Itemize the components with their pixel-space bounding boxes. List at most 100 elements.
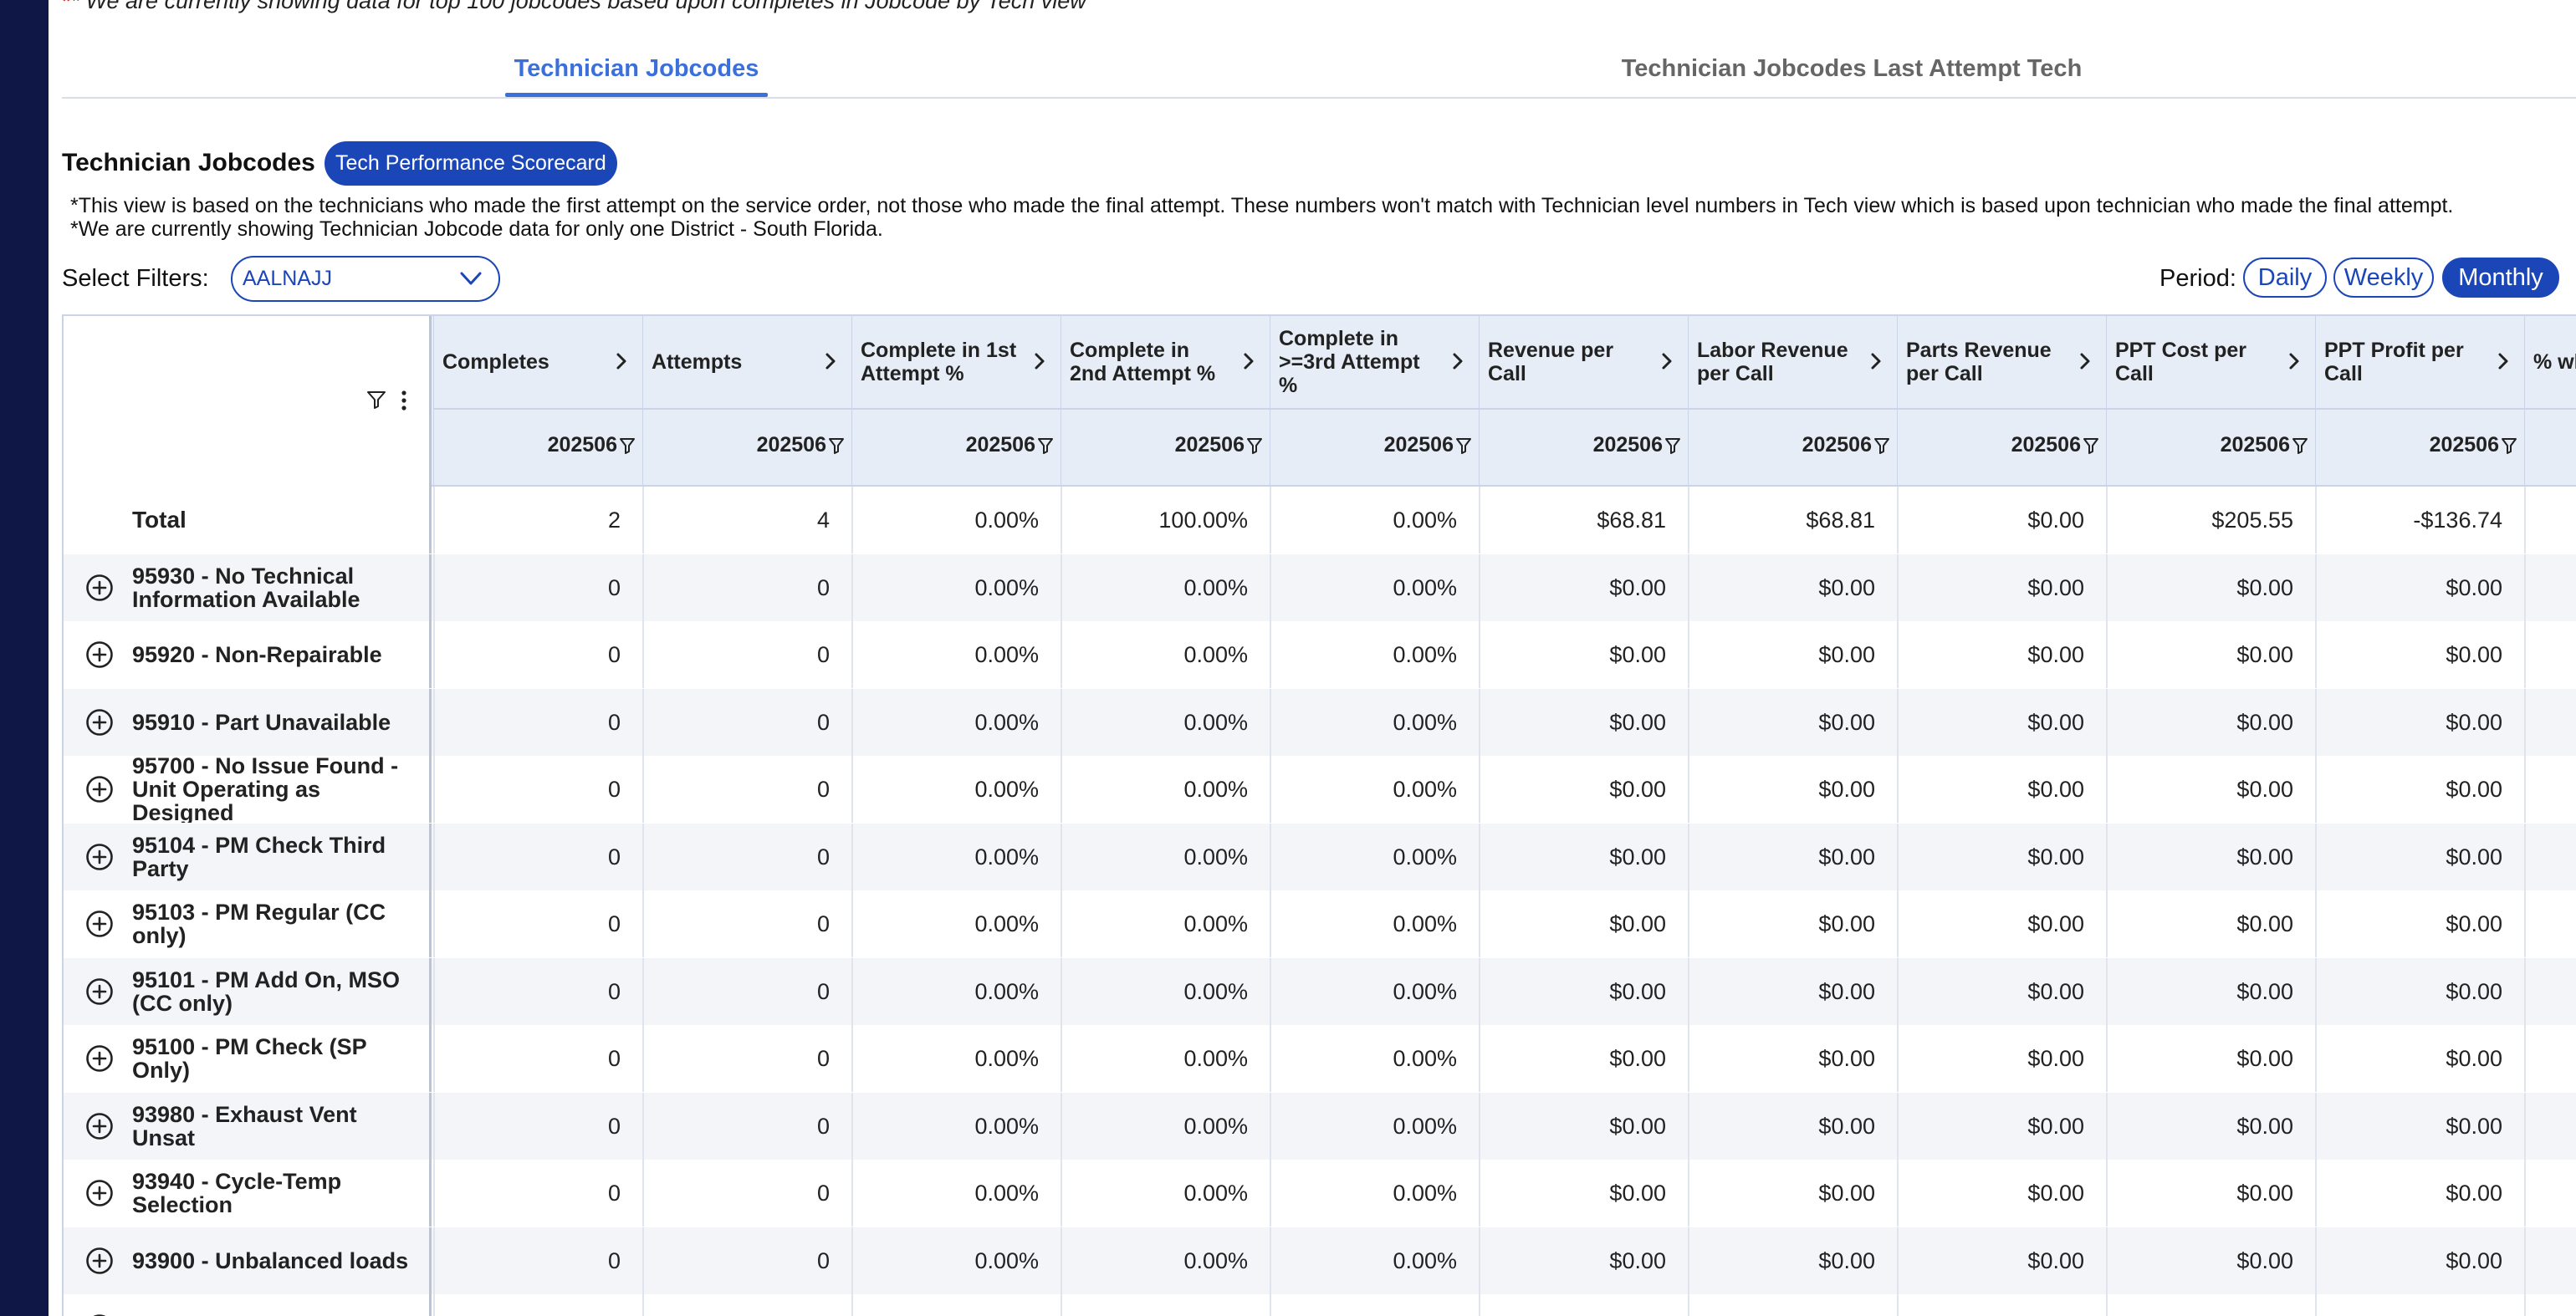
plus-circle-icon[interactable] bbox=[85, 910, 114, 938]
chevron-right-icon[interactable] bbox=[614, 349, 629, 373]
table-cell: 0.00% bbox=[1270, 890, 1479, 957]
table-cell: $0.00 bbox=[2106, 688, 2315, 756]
plus-circle-icon[interactable] bbox=[85, 843, 114, 871]
table-cell: 0.00% bbox=[1061, 756, 1270, 823]
period-daily-button[interactable]: Daily bbox=[2243, 258, 2327, 298]
table-cell: 0.00% bbox=[1270, 621, 1479, 688]
row-label-cell: 95100 - PM Check (SP Only) bbox=[64, 1025, 432, 1092]
table-cell: $0.00 bbox=[2106, 1294, 2315, 1316]
tech-performance-scorecard-button[interactable]: Tech Performance Scorecard bbox=[325, 141, 617, 186]
column-header[interactable]: Parts Revenue per Call 202506 bbox=[1897, 316, 2106, 487]
column-period: 202506 bbox=[756, 433, 826, 457]
column-header[interactable]: Complete in >=3rd Attempt % 202506 bbox=[1270, 316, 1479, 487]
column-header[interactable]: Completes 202506 bbox=[433, 316, 642, 487]
column-header[interactable]: Attempts 202506 bbox=[642, 316, 851, 487]
funnel-icon[interactable] bbox=[2501, 436, 2517, 455]
table-cell: 0 bbox=[642, 621, 851, 688]
column-title: % wh ord Tec bbox=[2533, 350, 2576, 374]
table-cell: $0.00 bbox=[1688, 1025, 1897, 1092]
table-cell: 0.00% bbox=[1061, 1294, 1270, 1316]
row-label: 93980 - Exhaust Vent Unsat bbox=[132, 1101, 357, 1150]
plus-circle-icon[interactable] bbox=[85, 708, 114, 737]
table-cell: $0.00 bbox=[1688, 957, 1897, 1025]
top-note-text: * We are currently showing data for top … bbox=[70, 0, 1086, 13]
funnel-icon[interactable] bbox=[366, 390, 386, 410]
table-cell: 0.00% bbox=[851, 553, 1061, 621]
column-period-subheader: 202506 bbox=[1270, 408, 1479, 485]
column-header[interactable]: Complete in 2nd Attempt % 202506 bbox=[1061, 316, 1270, 487]
funnel-icon[interactable] bbox=[1246, 436, 1263, 455]
table-cell: $0.00 bbox=[1688, 823, 1897, 890]
row-label: 95100 - PM Check (SP Only) bbox=[132, 1034, 367, 1083]
table-cell: $0.00 bbox=[1688, 890, 1897, 957]
row-label-cell: 95103 - PM Regular (CC only) bbox=[64, 890, 432, 957]
table-cell: 0.00% bbox=[1061, 823, 1270, 890]
table-row: 93940 - Cycle-Temp Selection 0 0 0.00% 0.00%… bbox=[64, 1160, 2576, 1227]
chevron-right-icon[interactable] bbox=[1032, 349, 1047, 373]
row-label-cell: 93900 - Unbalanced loads bbox=[64, 1227, 432, 1294]
chevron-right-icon[interactable] bbox=[1659, 349, 1674, 373]
chevron-right-icon[interactable] bbox=[1450, 349, 1465, 373]
row-header-corner bbox=[64, 316, 432, 487]
table-cell: 0 bbox=[433, 890, 642, 957]
tab-technician-jobcodes-last-attempt[interactable]: Technician Jobcodes Last Attempt Tech bbox=[1601, 55, 2103, 83]
table-cell: 100.00% bbox=[1061, 487, 1270, 553]
filter-dropdown[interactable]: AALNAJJ bbox=[231, 256, 500, 302]
table-cell: $0.00 bbox=[1897, 621, 2106, 688]
table-cell: 2 bbox=[433, 487, 642, 553]
period-weekly-button[interactable]: Weekly bbox=[2333, 258, 2434, 298]
funnel-icon[interactable] bbox=[2292, 436, 2308, 455]
chevron-right-icon[interactable] bbox=[1868, 349, 1883, 373]
plus-circle-icon[interactable] bbox=[85, 1044, 114, 1073]
column-header[interactable]: Revenue per Call 202506 bbox=[1479, 316, 1688, 487]
kebab-icon[interactable] bbox=[400, 390, 408, 411]
chevron-right-icon[interactable] bbox=[823, 349, 838, 373]
column-header[interactable]: Labor Revenue per Call 202506 bbox=[1688, 316, 1897, 487]
row-label: 93940 - Cycle-Temp Selection bbox=[132, 1169, 342, 1217]
chevron-right-icon[interactable] bbox=[2496, 349, 2511, 373]
chevron-right-icon[interactable] bbox=[1241, 349, 1256, 373]
table-cell bbox=[2524, 1025, 2576, 1092]
funnel-icon[interactable] bbox=[1873, 436, 1890, 455]
period-monthly-button[interactable]: Monthly bbox=[2442, 258, 2559, 298]
plus-circle-icon[interactable] bbox=[85, 640, 114, 669]
plus-circle-icon[interactable] bbox=[85, 1247, 114, 1275]
funnel-icon[interactable] bbox=[2083, 436, 2099, 455]
table-cell: $0.00 bbox=[1897, 756, 2106, 823]
funnel-icon[interactable] bbox=[1455, 436, 1472, 455]
column-header[interactable]: PPT Profit per Call 202506 bbox=[2315, 316, 2524, 487]
funnel-icon[interactable] bbox=[828, 436, 845, 455]
plus-circle-icon[interactable] bbox=[85, 775, 114, 803]
plus-circle-icon[interactable] bbox=[85, 1179, 114, 1207]
chevron-right-icon[interactable] bbox=[2287, 349, 2302, 373]
column-period: 202506 bbox=[1383, 433, 1454, 457]
table-cell: $0.00 bbox=[1897, 688, 2106, 756]
funnel-icon[interactable] bbox=[1664, 436, 1681, 455]
active-tab-indicator bbox=[505, 93, 768, 97]
table-cell: $0.00 bbox=[1897, 1092, 2106, 1160]
column-header[interactable]: PPT Cost per Call 202506 bbox=[2106, 316, 2315, 487]
funnel-icon[interactable] bbox=[619, 436, 636, 455]
chevron-right-icon[interactable] bbox=[2078, 349, 2093, 373]
column-header[interactable]: % wh ord Tec bbox=[2524, 316, 2576, 487]
table-cell: $0.00 bbox=[1688, 756, 1897, 823]
table-cell bbox=[2524, 621, 2576, 688]
table-cell: 0.00% bbox=[1061, 688, 1270, 756]
table-cell bbox=[2524, 487, 2576, 553]
district-note: *We are currently showing Technician Job… bbox=[70, 217, 883, 241]
table-cell: $0.00 bbox=[1479, 823, 1688, 890]
column-period: 202506 bbox=[1174, 433, 1245, 457]
table-cell bbox=[2524, 823, 2576, 890]
table-cell: 0 bbox=[433, 621, 642, 688]
tab-technician-jobcodes[interactable]: Technician Jobcodes bbox=[505, 55, 768, 83]
plus-circle-icon[interactable] bbox=[85, 977, 114, 1006]
column-period-subheader: 202506 bbox=[1061, 408, 1270, 485]
plus-circle-icon[interactable] bbox=[85, 574, 114, 602]
plus-circle-icon[interactable] bbox=[85, 1112, 114, 1140]
row-label-cell: 95920 - Non-Repairable bbox=[64, 621, 432, 688]
row-label-cell: 95930 - No Technical Information Availab… bbox=[64, 553, 432, 621]
table-cell: 0.00% bbox=[851, 1025, 1061, 1092]
funnel-icon[interactable] bbox=[1037, 436, 1054, 455]
table-cell: 0.00% bbox=[1270, 1227, 1479, 1294]
column-header[interactable]: Complete in 1st Attempt % 202506 bbox=[851, 316, 1061, 487]
